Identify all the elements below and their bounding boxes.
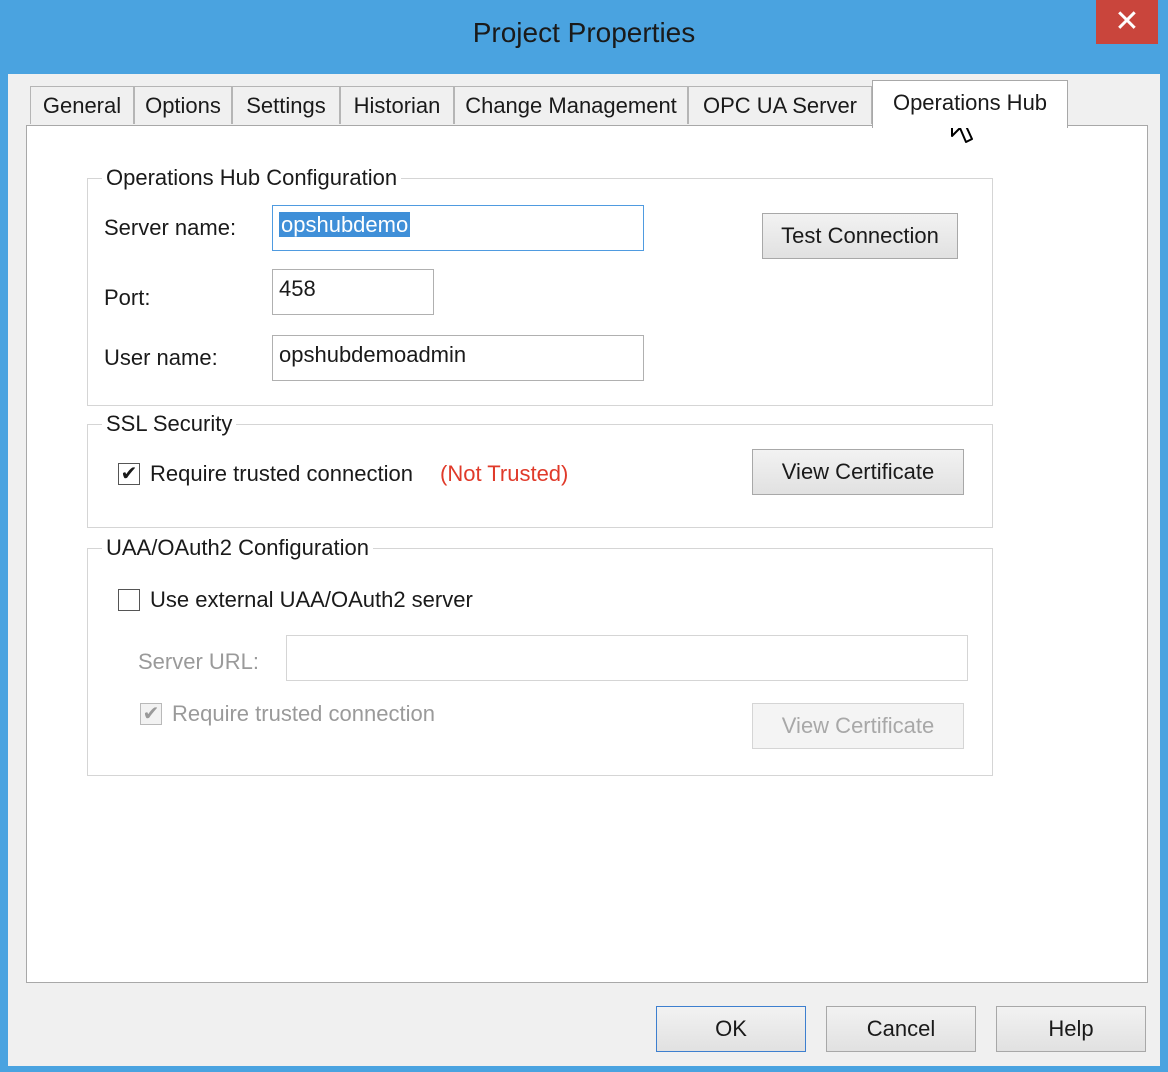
tab-general[interactable]: General <box>30 86 134 124</box>
ssl-view-certificate-button[interactable]: View Certificate <box>752 449 964 495</box>
help-button[interactable]: Help <box>996 1006 1146 1052</box>
dialog-client-area: General Options Settings Historian Chang… <box>8 74 1160 1066</box>
port-input[interactable]: 458 <box>272 269 434 315</box>
test-connection-button[interactable]: Test Connection <box>762 213 958 259</box>
tab-options[interactable]: Options <box>134 86 232 124</box>
ssl-security-group: SSL Security ✔ Require trusted connectio… <box>87 411 993 528</box>
server-name-label: Server name: <box>104 215 237 240</box>
uaa-oauth2-legend: UAA/OAuth2 Configuration <box>102 535 373 561</box>
server-url-input[interactable] <box>286 635 968 681</box>
tab-settings[interactable]: Settings <box>232 86 340 124</box>
ssl-require-trusted-label: Require trusted connection <box>150 461 413 486</box>
use-external-uaa-label: Use external UAA/OAuth2 server <box>150 587 473 612</box>
window-title: Project Properties <box>472 17 696 48</box>
ssl-require-trusted-checkbox[interactable]: ✔ <box>118 463 140 485</box>
close-icon: ✕ <box>1114 5 1140 38</box>
server-name-value: opshubdemo <box>279 212 411 237</box>
operations-hub-panel: Operations Hub Configuration Server name… <box>26 125 1148 983</box>
port-label: Port: <box>104 285 151 310</box>
user-name-label: User name: <box>104 345 218 370</box>
ops-hub-config-legend: Operations Hub Configuration <box>102 165 402 191</box>
cancel-button[interactable]: Cancel <box>826 1006 976 1052</box>
close-button[interactable]: ✕ <box>1096 0 1158 44</box>
tab-change-management[interactable]: Change Management <box>454 86 688 124</box>
ssl-security-legend: SSL Security <box>102 411 237 437</box>
uaa-view-certificate-button[interactable]: View Certificate <box>752 703 964 749</box>
checkmark-icon: ✔ <box>142 703 160 725</box>
user-name-input[interactable]: opshubdemoadmin <box>272 335 644 381</box>
tab-opc-ua-server[interactable]: OPC UA Server <box>688 86 872 124</box>
port-value: 458 <box>279 276 316 301</box>
uaa-require-trusted-checkbox[interactable]: ✔ <box>140 703 162 725</box>
title-bar[interactable]: Project Properties ✕ <box>0 0 1168 74</box>
ok-button[interactable]: OK <box>656 1006 806 1052</box>
dialog-window: Project Properties ✕ General Options Set… <box>0 0 1168 1072</box>
use-external-uaa-checkbox[interactable] <box>118 589 140 611</box>
server-url-label: Server URL: <box>138 649 260 674</box>
tab-operations-hub[interactable]: Operations Hub <box>872 80 1068 128</box>
uaa-require-trusted-label: Require trusted connection <box>172 701 435 726</box>
tab-historian[interactable]: Historian <box>340 86 454 124</box>
uaa-oauth2-group: UAA/OAuth2 Configuration Use external UA… <box>87 535 993 776</box>
trust-status-text: (Not Trusted) <box>440 461 569 486</box>
user-name-value: opshubdemoadmin <box>279 342 467 367</box>
server-name-input[interactable]: opshubdemo <box>272 205 644 251</box>
ops-hub-config-group: Operations Hub Configuration Server name… <box>87 165 993 406</box>
checkmark-icon: ✔ <box>120 463 138 485</box>
